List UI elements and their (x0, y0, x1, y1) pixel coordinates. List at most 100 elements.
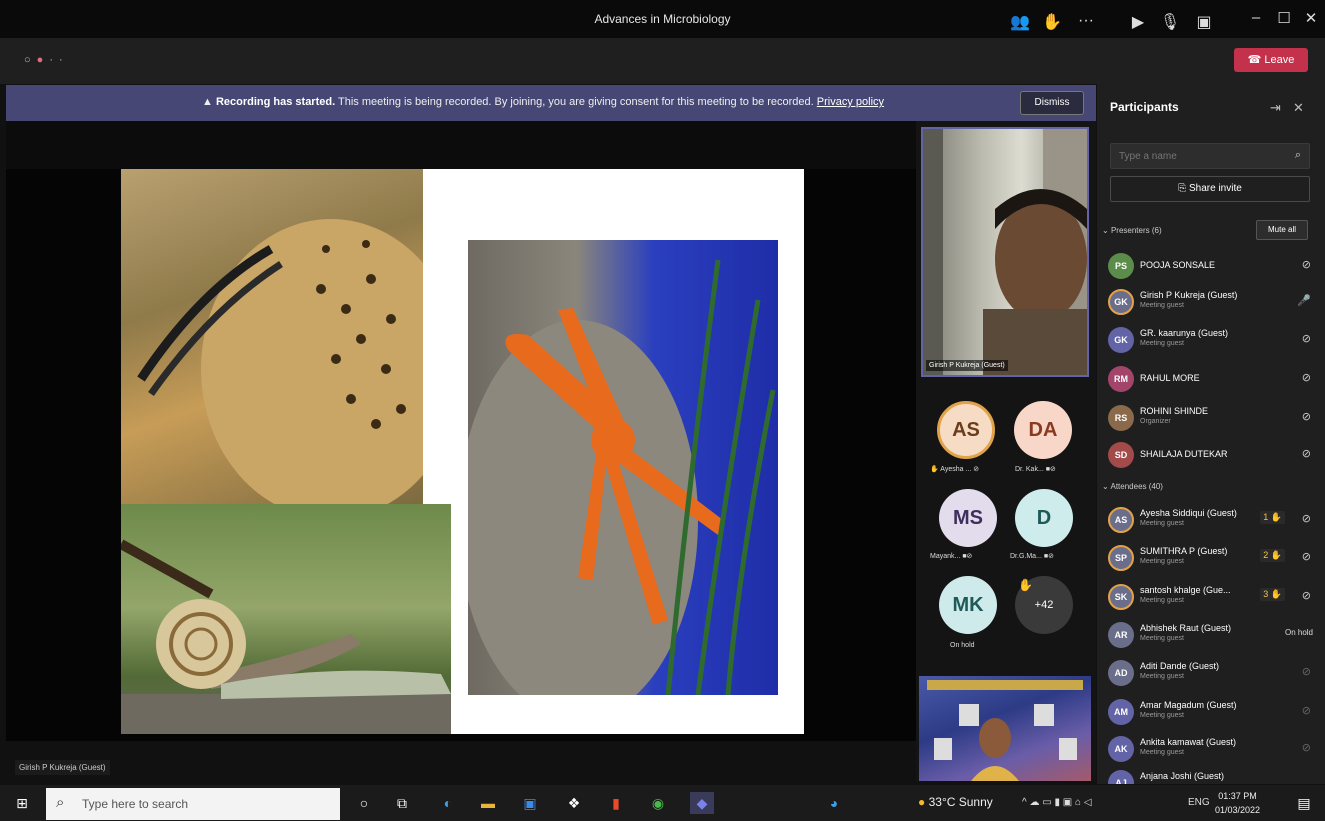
mic-off-icon[interactable]: ⊘ (1302, 371, 1311, 384)
tile-avatar-d[interactable]: D (1015, 489, 1073, 547)
raised-hand-badge: 1 ✋ (1260, 511, 1285, 524)
search-icon: ⌕ (1294, 149, 1301, 161)
participant-row[interactable]: RS ROHINI SHINDE Organizer ⊘ (1108, 403, 1313, 433)
participant-row[interactable]: RM RAHUL MORE ⊘ (1108, 364, 1313, 394)
mic-off-icon[interactable]: ⊘ (1302, 258, 1311, 271)
participant-row[interactable]: SD SHAILAJA DUTEKAR ⊘ (1108, 440, 1313, 470)
starfish-illustration (468, 259, 776, 695)
mute-all-button[interactable]: Mute all (1256, 220, 1308, 240)
raise-hand-icon: ✋ (1270, 550, 1282, 560)
tile-avatar-ms[interactable]: MS (939, 489, 997, 547)
mic-off-icon[interactable]: ⊘ (1302, 704, 1311, 717)
banner-message: This meeting is being recorded. By joini… (335, 96, 817, 108)
participants-title: Participants (1110, 100, 1179, 114)
participant-role: Meeting guest (1140, 635, 1184, 642)
participant-name: RAHUL MORE (1140, 373, 1200, 383)
weather-widget[interactable]: ● 33°C Sunny (918, 795, 993, 809)
participant-search-input[interactable] (1111, 144, 1281, 168)
chrome-icon[interactable]: ◉ (646, 792, 670, 814)
notification-icon[interactable]: ▤ (1292, 792, 1316, 814)
participant-role: Meeting guest (1140, 340, 1184, 347)
mic-off-icon[interactable]: ⊘ (1302, 741, 1311, 754)
raise-hand-icon[interactable]: ✋ (1040, 12, 1064, 32)
leave-button[interactable]: ☎ Leave (1234, 48, 1308, 72)
taskbar-search[interactable]: ⌕ Type here to search (46, 788, 340, 820)
record-icon: ● (36, 54, 50, 66)
system-tray-icons[interactable]: ^ ☁ ▭ ▮ ▣ ⌂ ◁ (1022, 797, 1092, 808)
on-hold-status: On hold (1284, 628, 1313, 637)
thumbnail-video[interactable] (919, 676, 1091, 781)
attendees-header[interactable]: ⌄ Attendees (40) (1102, 482, 1163, 491)
mic-off-icon[interactable]: ⊘ (1302, 410, 1311, 423)
participant-row[interactable]: SK santosh khalge (Gue... Meeting guest … (1108, 582, 1313, 612)
mic-off-icon[interactable]: ⊘ (1302, 665, 1311, 678)
task-view-icon[interactable]: ⧉ (390, 792, 414, 814)
mic-off-icon[interactable]: ⊘ (1302, 332, 1311, 345)
store-icon[interactable]: ▣ (518, 792, 542, 814)
privacy-policy-link[interactable]: Privacy policy (817, 96, 884, 108)
stage-presenter-label: Girish P Kukreja (Guest) (15, 760, 110, 775)
participant-row[interactable]: AJ Anjana Joshi (Guest) (1108, 768, 1313, 784)
mic-icon: ▮ (1054, 797, 1061, 808)
edge-icon[interactable]: ◐ (436, 792, 460, 814)
close-panel-icon[interactable]: ✕ (1293, 100, 1304, 116)
participant-row[interactable]: PS POOJA SONSALE ⊘ (1108, 251, 1313, 281)
teams-icon[interactable]: ◆ (690, 792, 714, 814)
close-icon[interactable]: ✕ (1301, 9, 1321, 27)
tile-avatar-as[interactable]: AS (937, 401, 995, 459)
share-screen-icon[interactable]: ▣ (1192, 12, 1216, 32)
mic-off-icon[interactable]: ⊘ (1302, 512, 1311, 525)
avatar: AD (1108, 660, 1134, 686)
presenter-video[interactable] (921, 127, 1089, 377)
participant-name: Girish P Kukreja (Guest) (1140, 290, 1238, 300)
chevron-down-icon: ⌄ (1102, 226, 1109, 235)
windows-start-icon[interactable]: ⊞ (10, 792, 34, 814)
camera-icon[interactable]: ▶ (1126, 12, 1150, 32)
avatar: AK (1108, 736, 1134, 762)
taskbar-search-placeholder: Type here to search (82, 797, 189, 811)
minimize-icon[interactable]: – (1246, 9, 1266, 26)
dismiss-button[interactable]: Dismiss (1020, 91, 1084, 115)
mic-off-icon: ⊘ (1048, 553, 1054, 560)
file-explorer-icon[interactable]: ▬ (476, 792, 500, 814)
tile-avatar-mk[interactable]: MK (939, 576, 997, 634)
participant-role: Organizer (1140, 418, 1171, 425)
participant-row[interactable]: AD Aditi Dande (Guest) Meeting guest ⊘ (1108, 658, 1313, 688)
mic-off-icon[interactable]: ⊘ (1302, 550, 1311, 563)
help-icon[interactable]: ◕ (822, 792, 846, 814)
raise-hand-icon: ✋ (1270, 512, 1282, 522)
mic-off-icon[interactable]: ⊘ (1302, 589, 1311, 602)
participant-row[interactable]: AS Ayesha Siddiqui (Guest) Meeting guest… (1108, 505, 1313, 535)
participant-row[interactable]: AM Amar Magadum (Guest) Meeting guest ⊘ (1108, 697, 1313, 727)
clock-date: 01/03/2022 (1215, 805, 1261, 815)
presenters-header[interactable]: ⌄ Presenters (6) (1102, 226, 1162, 235)
avatar: RM (1108, 366, 1134, 392)
participant-row[interactable]: GK GR. kaarunya (Guest) Meeting guest ⊘ (1108, 325, 1313, 355)
raised-hand-badge: 3 ✋ (1260, 588, 1285, 601)
network-icon: ⌂ (1075, 797, 1082, 808)
mic-on-icon[interactable]: 🎤 (1297, 294, 1311, 307)
input-language[interactable]: ENG (1188, 797, 1210, 808)
share-invite-button[interactable]: ⎘ Share invite (1110, 176, 1310, 202)
participant-row[interactable]: GK Girish P Kukreja (Guest) Meeting gues… (1108, 287, 1313, 317)
participant-row[interactable]: AK Ankita kamawat (Guest) Meeting guest … (1108, 734, 1313, 764)
participant-name: Ankita kamawat (Guest) (1140, 737, 1237, 747)
office-icon[interactable]: ▮ (604, 792, 628, 814)
mic-off-icon[interactable]: ⊘ (1302, 447, 1311, 460)
pop-out-icon[interactable]: ⇥ (1270, 100, 1281, 116)
participant-row[interactable]: AR Abhishek Raut (Guest) Meeting guest O… (1108, 620, 1313, 650)
more-actions-icon[interactable]: ··· (1074, 12, 1098, 30)
cortana-icon[interactable]: ○ (352, 792, 376, 814)
participant-name: Amar Magadum (Guest) (1140, 700, 1237, 710)
maximize-icon[interactable]: ☐ (1274, 9, 1294, 27)
raise-hand-icon: ✋ (930, 466, 939, 473)
share-icon: ⎘ (1178, 183, 1187, 194)
system-clock[interactable]: 01:37 PM 01/03/2022 (1215, 789, 1260, 817)
tile-avatar-da[interactable]: DA (1014, 401, 1072, 459)
participant-name: Aditi Dande (Guest) (1140, 661, 1220, 671)
mic-off-icon[interactable]: 🎙 (1158, 12, 1182, 32)
dropbox-icon[interactable]: ❖ (562, 792, 586, 814)
participant-row[interactable]: SP SUMITHRA P (Guest) Meeting guest 2 ✋ … (1108, 543, 1313, 573)
participants-icon[interactable]: 👥 (1008, 12, 1032, 32)
participant-search[interactable]: ⌕ (1110, 143, 1310, 169)
